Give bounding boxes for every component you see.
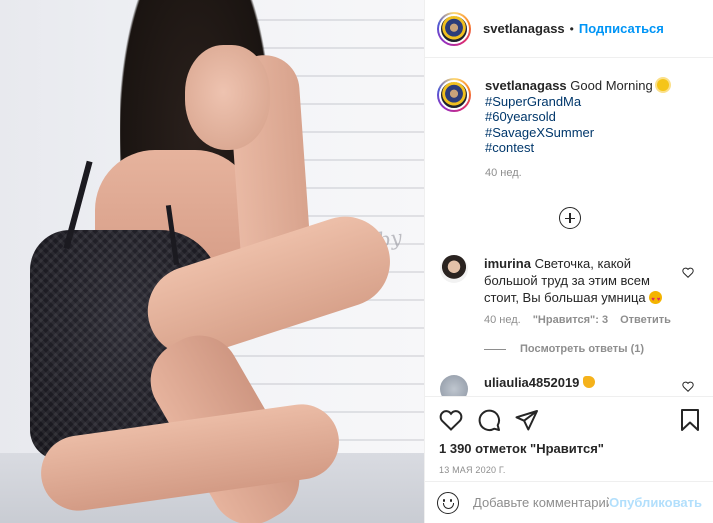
comment-meta: 40 нед. "Нравится": 3 Ответить (484, 314, 702, 326)
commenter-avatar[interactable] (440, 375, 468, 396)
avatar-image (439, 80, 469, 110)
hashtag-link[interactable]: #contest (485, 140, 669, 156)
reply-button[interactable]: Ответить (620, 314, 671, 326)
author-username[interactable]: svetlanagass (483, 21, 565, 36)
comments-list[interactable]: svetlanagass Good Morning #SuperGrandMa … (425, 58, 713, 396)
load-more-comments-icon[interactable] (558, 207, 581, 229)
sun-emoji-icon (656, 79, 669, 91)
clap-emoji-icon (583, 376, 596, 388)
likes-count[interactable]: 1 390 отметок "Нравится" (439, 441, 700, 456)
post-header: svetlanagass • Подписаться (425, 0, 713, 58)
emoji-smile-icon[interactable] (437, 491, 459, 514)
avatar-image (439, 13, 469, 44)
post-sidebar: svetlanagass • Подписаться svetlanagass … (424, 0, 713, 523)
comment-time[interactable]: 40 нед. (484, 314, 521, 326)
comment-item: uliaulia4852019 (437, 375, 702, 396)
action-icons (439, 407, 700, 433)
like-comment-icon[interactable] (682, 267, 694, 278)
add-comment-bar: Добавьте комментарий... Опубликовать (425, 481, 713, 523)
like-icon[interactable] (439, 409, 463, 431)
hashtag-link[interactable]: #60yearsold (485, 109, 669, 125)
face (185, 45, 270, 150)
view-replies-label: Посмотреть ответы (1) (520, 343, 645, 355)
caption-time[interactable]: 40 нед. (485, 166, 669, 182)
caption-text: Good Morning (570, 78, 653, 93)
caption: svetlanagass Good Morning #SuperGrandMa … (437, 78, 702, 181)
view-replies-button[interactable]: Посмотреть ответы (1) (484, 343, 702, 355)
hashtag-link[interactable]: #SavageXSummer (485, 125, 669, 141)
caption-body: svetlanagass Good Morning #SuperGrandMa … (485, 78, 669, 181)
commenter-username[interactable]: uliaulia4852019 (484, 375, 579, 390)
caption-avatar[interactable] (437, 78, 471, 112)
post-photo[interactable]: love by (0, 0, 424, 523)
comment-body: uliaulia4852019 (484, 375, 596, 396)
post-date[interactable]: 13 МАЯ 2020 Г. (439, 465, 700, 475)
comment-likes[interactable]: "Нравится": 3 (533, 314, 608, 326)
author-avatar[interactable] (437, 11, 471, 46)
hashtag-link[interactable]: #SuperGrandMa (485, 94, 669, 110)
caption-username[interactable]: svetlanagass (485, 78, 567, 93)
comment-input[interactable]: Добавьте комментарий... (473, 495, 609, 510)
comment-body: imurina Светочка, какой большой труд за … (484, 255, 674, 309)
share-icon[interactable] (515, 409, 539, 431)
separator-dot: • (569, 21, 574, 36)
post-viewer: love by svetlanagass • Подписаться svetl… (0, 0, 713, 523)
post-comment-button[interactable]: Опубликовать (609, 495, 702, 510)
comment-icon[interactable] (477, 408, 501, 432)
heart-eyes-emoji-icon (649, 291, 663, 309)
commenter-username[interactable]: imurina (484, 256, 531, 271)
like-comment-icon[interactable] (682, 381, 694, 392)
follow-button[interactable]: Подписаться (579, 21, 664, 36)
post-actions: 1 390 отметок "Нравится" 13 МАЯ 2020 Г. (425, 396, 713, 475)
commenter-avatar[interactable] (440, 255, 468, 283)
save-bookmark-icon[interactable] (680, 408, 700, 432)
comment-item: imurina Светочка, какой большой труд за … (437, 255, 702, 309)
replies-divider (484, 348, 506, 350)
